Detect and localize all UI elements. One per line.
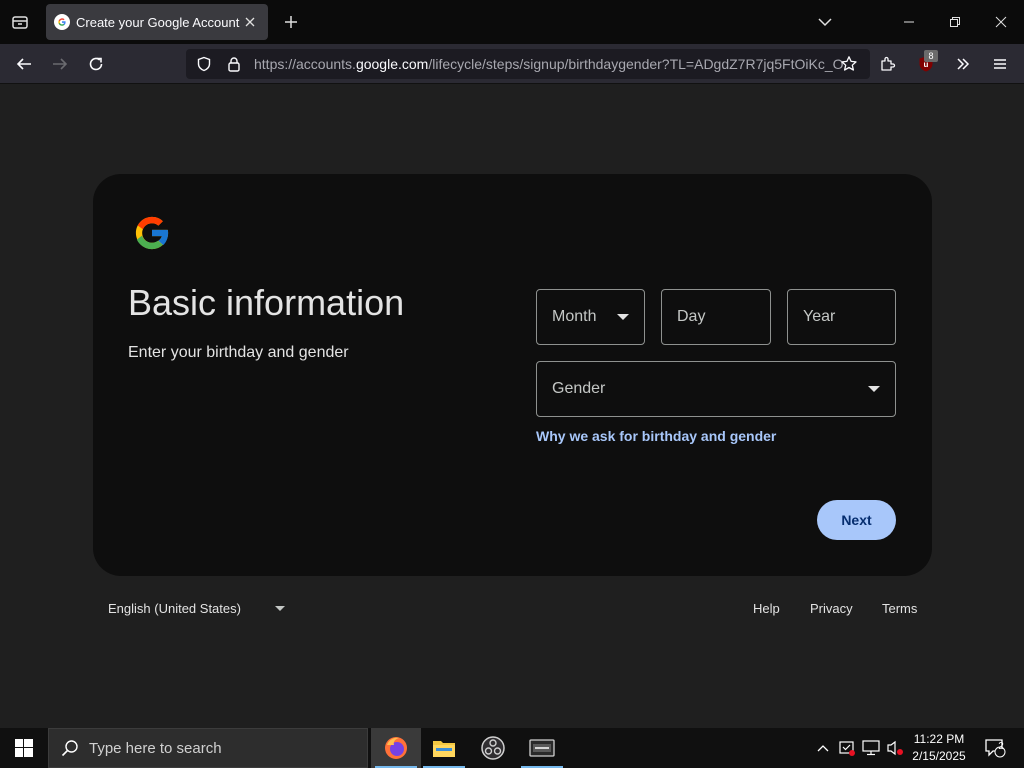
tab-strip: Create your Google Account	[0, 0, 1024, 44]
lock-icon[interactable]	[224, 54, 244, 74]
network-tray-icon[interactable]	[860, 728, 882, 768]
taskbar-search-box[interactable]: Type here to search	[48, 728, 368, 768]
notification-count: 2	[998, 741, 1004, 752]
month-select[interactable]: Month	[536, 289, 645, 345]
tab-list-icon	[12, 16, 28, 29]
windows-logo-icon	[15, 739, 33, 757]
dropdown-arrow-icon	[868, 386, 880, 392]
tab-title: Create your Google Account	[76, 14, 240, 30]
taskbar-file-explorer[interactable]	[419, 728, 469, 768]
search-placeholder: Type here to search	[89, 739, 222, 757]
year-label: Year	[803, 308, 836, 325]
restore-button[interactable]	[932, 0, 978, 44]
browser-tab-active[interactable]: Create your Google Account	[46, 4, 268, 40]
new-tab-button[interactable]	[278, 9, 304, 35]
taskbar-firefox[interactable]	[371, 728, 421, 768]
tab-overflow-button[interactable]	[812, 9, 838, 35]
signup-card: Basic information Enter your birthday an…	[93, 174, 932, 576]
language-label: English (United States)	[108, 601, 241, 616]
shield-icon[interactable]	[194, 54, 214, 74]
arrow-left-icon	[16, 58, 31, 70]
app-window-icon	[529, 739, 555, 757]
obs-studio-icon	[481, 736, 505, 760]
speaker-muted-icon	[887, 740, 903, 756]
close-tab-button[interactable]	[240, 12, 260, 32]
day-label: Day	[677, 308, 706, 325]
windows-taskbar: Type here to search 11:22 PM 2/15/2025 2	[0, 728, 1024, 768]
app-menu-button[interactable]	[985, 50, 1015, 78]
chevron-down-icon	[818, 18, 832, 27]
day-input[interactable]: Day	[661, 289, 771, 345]
google-favicon-icon	[54, 14, 70, 30]
arrow-right-icon	[53, 58, 68, 70]
page-content: Basic information Enter your birthday an…	[0, 84, 1024, 728]
google-logo-icon	[131, 212, 173, 254]
forward-button[interactable]	[45, 50, 75, 78]
next-button[interactable]: Next	[817, 500, 896, 540]
search-icon	[61, 740, 78, 757]
network-icon	[862, 740, 880, 756]
extension-count-badge: 8	[924, 50, 938, 62]
privacy-link[interactable]: Privacy	[810, 601, 853, 616]
help-link[interactable]: Help	[753, 601, 780, 616]
minimize-icon	[904, 21, 914, 23]
year-input[interactable]: Year	[787, 289, 896, 345]
navigation-toolbar: https://accounts.google.com/lifecycle/st…	[0, 44, 1024, 84]
clock-date: 2/15/2025	[912, 749, 966, 763]
page-title: Basic information	[128, 282, 405, 323]
reload-button[interactable]	[81, 50, 111, 78]
start-button[interactable]	[0, 728, 48, 768]
star-icon	[841, 56, 857, 71]
reload-icon	[89, 57, 103, 71]
firefox-icon	[385, 737, 407, 759]
folder-icon	[433, 741, 455, 757]
restore-icon	[950, 17, 960, 27]
gender-label: Gender	[552, 380, 606, 397]
clock-time: 11:22 PM	[913, 732, 965, 746]
url-text[interactable]: https://accounts.google.com/lifecycle/st…	[254, 56, 862, 72]
hamburger-menu-icon	[994, 59, 1006, 69]
volume-tray-icon[interactable]	[884, 728, 906, 768]
terms-link[interactable]: Terms	[882, 601, 917, 616]
bookmark-star-button[interactable]	[834, 50, 864, 78]
list-all-tabs-button[interactable]	[6, 8, 34, 36]
why-we-ask-link[interactable]: Why we ask for birthday and gender	[536, 428, 776, 444]
taskbar-obs[interactable]	[468, 728, 518, 768]
page-subtitle: Enter your birthday and gender	[128, 344, 349, 361]
security-tray-icon[interactable]	[836, 728, 858, 768]
show-hidden-icons-button[interactable]	[812, 728, 834, 768]
chevron-up-icon	[817, 745, 829, 752]
month-label: Month	[552, 308, 597, 325]
back-button[interactable]	[9, 50, 39, 78]
dropdown-arrow-icon	[274, 606, 285, 611]
shield-warning-icon	[839, 741, 855, 756]
close-icon	[995, 16, 1007, 28]
dropdown-arrow-icon	[617, 314, 629, 320]
gender-select[interactable]: Gender	[536, 361, 896, 417]
puzzle-icon	[881, 56, 896, 71]
close-icon	[245, 17, 255, 27]
minimize-button[interactable]	[886, 0, 932, 44]
address-bar[interactable]: https://accounts.google.com/lifecycle/st…	[186, 49, 870, 79]
extensions-button[interactable]	[873, 50, 903, 78]
plus-icon	[285, 16, 297, 28]
close-window-button[interactable]	[978, 0, 1024, 44]
taskbar-app-window[interactable]	[517, 728, 567, 768]
action-center-button[interactable]: 2	[980, 728, 1010, 768]
double-chevron-right-icon	[957, 58, 970, 70]
system-clock[interactable]: 11:22 PM 2/15/2025	[906, 731, 972, 765]
more-tools-button[interactable]	[948, 50, 978, 78]
language-selector[interactable]: English (United States)	[108, 601, 285, 616]
